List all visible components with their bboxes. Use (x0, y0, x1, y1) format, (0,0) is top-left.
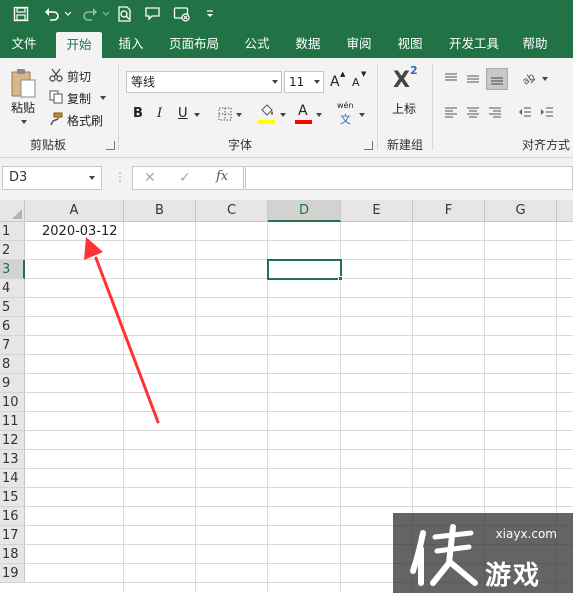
orientation-dropdown-icon[interactable] (542, 77, 548, 81)
watermark-logo (410, 524, 478, 586)
name-box-dropdown-icon[interactable] (89, 176, 95, 180)
decrease-indent-icon[interactable] (516, 104, 534, 120)
cut-label[interactable]: 剪切 (67, 68, 91, 85)
grow-font-icon[interactable]: A (330, 74, 340, 90)
touch-mode-icon[interactable] (143, 3, 163, 25)
tab-insert[interactable]: 插入 (111, 30, 151, 58)
underline-dropdown-icon[interactable] (194, 113, 200, 117)
enter-icon[interactable]: ✓ (179, 170, 191, 186)
align-right-icon[interactable] (486, 104, 504, 120)
font-color-button[interactable]: A (298, 103, 308, 119)
font-size-dropdown-icon[interactable] (314, 80, 320, 84)
font-group-label: 字体 (227, 138, 252, 152)
orientation-icon[interactable]: ab (518, 70, 540, 86)
superscript-label[interactable]: 上标 (392, 100, 416, 117)
superscript-num: 2 (410, 64, 418, 77)
font-launcher-icon[interactable] (364, 141, 373, 150)
bold-button[interactable]: B (133, 106, 143, 121)
tab-file[interactable]: 文件 (4, 30, 44, 58)
fill-color-swatch (258, 120, 275, 124)
tab-developer[interactable]: 开发工具 (443, 30, 505, 58)
watermark-name: 游戏 (485, 561, 542, 591)
newgroup-label: 新建组 (386, 138, 423, 152)
underline-button[interactable]: U (178, 106, 188, 121)
name-box[interactable]: D3 (2, 166, 102, 190)
formula-bar-grip-icon[interactable]: ⋮ (114, 170, 126, 184)
tab-view[interactable]: 视图 (390, 30, 430, 58)
automation-icon[interactable] (172, 3, 192, 25)
quick-access-toolbar (0, 0, 573, 30)
align-left-icon[interactable] (442, 104, 460, 120)
watermark-url: xiayx.com (495, 527, 557, 541)
format-painter-icon[interactable] (48, 111, 64, 127)
font-name-select[interactable]: 等线 (126, 71, 282, 93)
fill-color-dropdown-icon[interactable] (280, 113, 286, 117)
align-middle-icon[interactable] (464, 70, 482, 86)
font-color-dropdown-icon[interactable] (316, 113, 322, 117)
phonetic-guide-top[interactable]: wén (337, 101, 354, 110)
ribbon-separator (118, 64, 119, 150)
align-bottom-icon[interactable] (486, 68, 508, 90)
font-color-swatch (295, 120, 312, 124)
font-name-dropdown-icon[interactable] (272, 80, 278, 84)
ribbon-tabs: 文件 开始 插入 页面布局 公式 数据 审阅 视图 开发工具 帮助 (0, 30, 573, 58)
borders-icon[interactable] (216, 105, 234, 123)
paste-label[interactable]: 粘贴 (11, 99, 35, 116)
tab-formulas[interactable]: 公式 (237, 30, 277, 58)
italic-button[interactable]: I (157, 106, 162, 121)
ribbon: 粘贴 剪切 复制 格式刷 剪贴板 等线 11 A ▲ A ▼ B I U A w… (0, 58, 573, 158)
undo-icon[interactable] (42, 3, 62, 25)
align-center-icon[interactable] (464, 104, 482, 120)
copy-icon[interactable] (48, 89, 64, 105)
fill-color-icon[interactable] (257, 102, 277, 120)
alignment-group-label: 对齐方式 (522, 138, 571, 152)
print-preview-icon[interactable] (115, 3, 135, 25)
paste-icon[interactable] (6, 66, 42, 100)
save-icon[interactable] (10, 3, 32, 25)
ribbon-separator (377, 64, 378, 150)
customize-qat-icon[interactable] (203, 3, 217, 25)
watermark: xiayx.com 游戏 (393, 513, 573, 593)
clipboard-group-label: 剪贴板 (29, 138, 66, 152)
copy-label[interactable]: 复制 (67, 90, 91, 107)
ribbon-separator (432, 64, 433, 150)
format-painter-label[interactable]: 格式刷 (67, 112, 103, 129)
tab-help[interactable]: 帮助 (515, 30, 555, 58)
shrink-font-caret: ▼ (361, 70, 367, 78)
tab-page-layout[interactable]: 页面布局 (163, 30, 225, 58)
formula-input[interactable] (245, 166, 573, 190)
tab-home[interactable]: 开始 (56, 32, 102, 58)
copy-dropdown-icon[interactable] (100, 96, 106, 100)
phonetic-dropdown-icon[interactable] (359, 113, 365, 117)
tab-data[interactable]: 数据 (288, 30, 328, 58)
insert-function-icon[interactable]: fx (216, 169, 228, 184)
superscript-icon[interactable]: X (393, 68, 410, 93)
align-top-icon[interactable] (442, 70, 460, 86)
paste-dropdown-icon[interactable] (21, 120, 27, 124)
clipboard-launcher-icon[interactable] (106, 141, 115, 150)
undo-dropdown-icon[interactable] (63, 3, 73, 25)
shrink-font-icon[interactable]: A (352, 76, 360, 89)
redo-dropdown-icon[interactable] (101, 3, 111, 25)
borders-dropdown-icon[interactable] (236, 113, 242, 117)
cut-icon[interactable] (48, 67, 64, 83)
increase-indent-icon[interactable] (538, 104, 556, 120)
redo-icon[interactable] (80, 3, 100, 25)
grow-font-caret: ▲ (340, 70, 346, 78)
tab-review[interactable]: 审阅 (339, 30, 379, 58)
svg-text:ab: ab (521, 71, 537, 85)
formula-bar: D3 ⋮ ✕ ✓ fx (0, 158, 573, 200)
cancel-icon[interactable]: ✕ (144, 170, 156, 186)
phonetic-guide-icon[interactable]: 文 (340, 111, 351, 127)
